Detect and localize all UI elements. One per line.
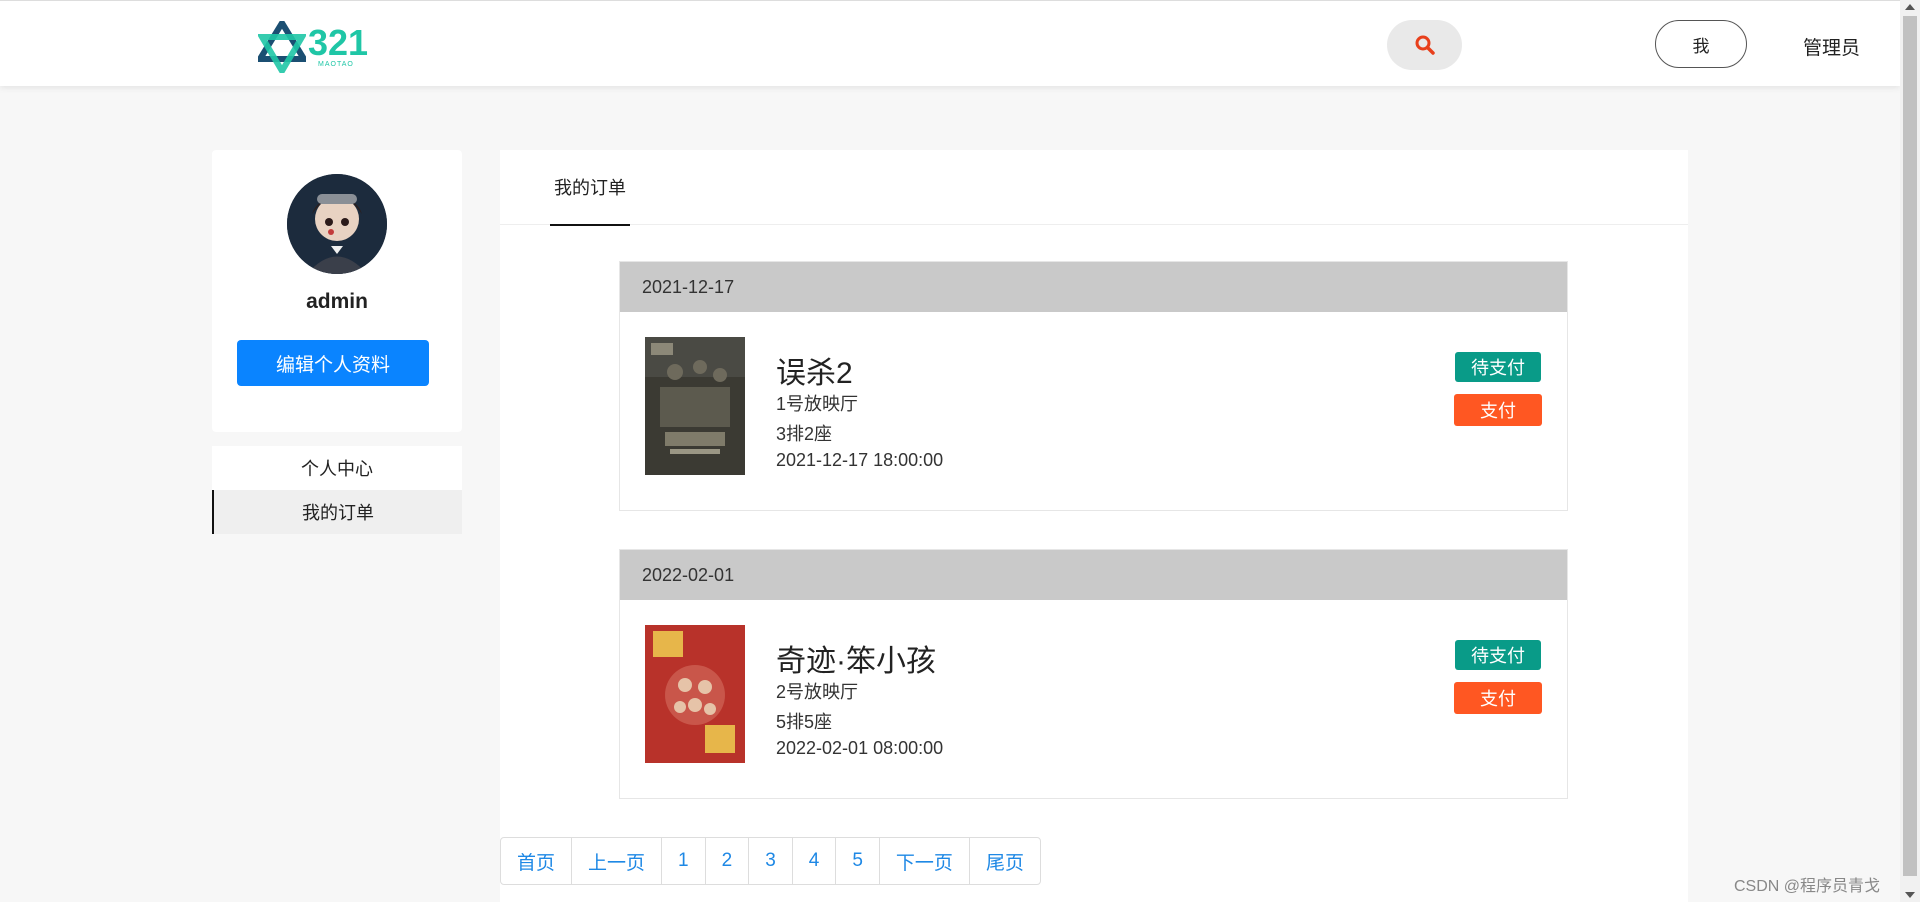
sidebar-item-my-orders[interactable]: 我的订单 [212, 490, 462, 534]
page-number[interactable]: 3 [749, 838, 793, 884]
pay-button[interactable]: 支付 [1454, 394, 1542, 426]
page-prev[interactable]: 上一页 [572, 838, 663, 884]
order-date: 2021-12-17 [620, 262, 1567, 312]
showtime: 2022-02-01 08:00:00 [776, 738, 944, 758]
movie-title: 误杀2 [776, 357, 853, 390]
scroll-down-arrow-icon[interactable] [1905, 892, 1915, 898]
watermark: CSDN @程序员青戈 [1734, 878, 1881, 895]
seat-info: 5排5座 [776, 712, 833, 732]
logo[interactable]: 321 MAOTAO [258, 21, 368, 73]
page-number[interactable]: 5 [836, 838, 880, 884]
hall-name: 2号放映厅 [776, 682, 859, 702]
main-panel: 我的订单 2021-12-17 误杀2 1号放映厅 3排2座 2021-12-1… [500, 150, 1688, 902]
top-header: 321 MAOTAO 我 管理员 [0, 0, 1900, 86]
admin-link[interactable]: 管理员 [1803, 33, 1860, 60]
poster-image-icon [645, 625, 745, 763]
page-first[interactable]: 首页 [501, 838, 573, 884]
page-number[interactable]: 2 [706, 838, 750, 884]
showtime: 2021-12-17 18:00:00 [776, 450, 944, 470]
movie-poster[interactable] [645, 625, 745, 763]
side-menu: 个人中心 我的订单 [212, 446, 462, 534]
logo-text: 321 [308, 22, 369, 63]
movie-poster[interactable] [645, 337, 745, 475]
order-date: 2022-02-01 [620, 550, 1567, 600]
status-badge: 待支付 [1455, 640, 1541, 670]
sidebar-item-personal-center[interactable]: 个人中心 [212, 446, 462, 490]
order-card: 2021-12-17 误杀2 1号放映厅 3排2座 2021-12-17 18:… [619, 261, 1568, 511]
me-button[interactable]: 我 [1655, 20, 1747, 68]
status-badge: 待支付 [1455, 352, 1541, 382]
page-number[interactable]: 1 [662, 838, 706, 884]
tab-bar: 我的订单 [500, 150, 1688, 226]
scroll-thumb[interactable] [1903, 16, 1917, 876]
tab-my-orders[interactable]: 我的订单 [550, 150, 630, 226]
page-next[interactable]: 下一页 [880, 838, 970, 884]
page-number[interactable]: 4 [793, 838, 837, 884]
username: admin [306, 290, 368, 313]
movie-title: 奇迹·笨小孩 [776, 645, 936, 678]
avatar[interactable] [287, 174, 387, 274]
hall-name: 1号放映厅 [776, 394, 859, 414]
search-button[interactable] [1387, 20, 1462, 70]
avatar-image-icon [287, 174, 387, 274]
logo-mark-icon [258, 21, 306, 73]
logo-subtext: MAOTAO [318, 61, 354, 68]
pay-button[interactable]: 支付 [1454, 682, 1542, 714]
order-card: 2022-02-01 奇迹·笨小孩 2号放映厅 5排5座 2022-02-01 … [619, 549, 1568, 799]
page-last[interactable]: 尾页 [970, 838, 1040, 884]
search-icon [1415, 35, 1435, 55]
poster-image-icon [645, 337, 745, 475]
profile-card: admin 编辑个人资料 [212, 150, 462, 432]
edit-profile-button[interactable]: 编辑个人资料 [237, 340, 429, 386]
pagination: 首页 上一页 1 2 3 4 5 下一页 尾页 [500, 837, 1041, 885]
seat-info: 3排2座 [776, 424, 833, 444]
page-scrollbar[interactable] [1900, 0, 1920, 902]
scroll-up-arrow-icon[interactable] [1905, 4, 1915, 10]
